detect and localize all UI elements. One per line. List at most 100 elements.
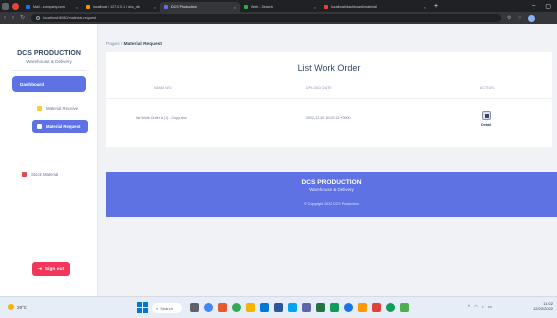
browser-toolbar: ‹ › ↻ localhost:8080/material-request ⚙ … — [0, 12, 557, 24]
browser-tab-mail[interactable]: Mail - company.com × — [22, 2, 82, 12]
browser-tab-label: Mail - company.com — [33, 5, 65, 9]
word-icon[interactable] — [274, 303, 283, 312]
breadcrumb: Pages / Material Request — [106, 42, 162, 47]
sidebar-item-material-receive[interactable]: Material Receive — [32, 102, 88, 115]
taskbar-clock[interactable]: 11:02 12/20/2022 — [533, 301, 553, 311]
stock-icon — [22, 171, 27, 177]
sidebar-item-label: Material Request — [46, 124, 81, 129]
reload-icon[interactable]: ↻ — [20, 15, 25, 21]
browser-icon[interactable] — [344, 303, 353, 312]
browser-profile-icon[interactable] — [12, 2, 19, 10]
excel-icon[interactable] — [316, 303, 325, 312]
column-header-name: NAMA WO — [154, 86, 172, 90]
window-controls: – ▢ — [532, 3, 557, 10]
edge-icon[interactable] — [288, 303, 297, 312]
breadcrumb-root[interactable]: Pages — [106, 42, 120, 47]
teams-icon[interactable] — [302, 303, 311, 312]
column-header-upload-date: UPLOAD DATE — [306, 86, 332, 90]
file-explorer-icon[interactable] — [246, 303, 255, 312]
network-icon[interactable]: ◠ — [474, 304, 478, 309]
search-favicon-icon — [244, 5, 248, 9]
detail-icon — [484, 113, 489, 118]
window-menu-icon[interactable] — [2, 2, 9, 10]
chrome-icon[interactable] — [204, 303, 213, 312]
battery-icon[interactable]: ▭ — [488, 304, 492, 309]
close-tab-icon[interactable]: × — [424, 5, 426, 10]
brand-title: DCS PRODUCTION — [17, 50, 81, 57]
browser-tab-label: Web - Search — [251, 5, 273, 9]
app-favicon-icon — [164, 5, 168, 9]
profile-avatar[interactable] — [528, 14, 535, 22]
app-code-icon[interactable] — [400, 303, 409, 312]
start-icon[interactable] — [137, 302, 148, 313]
maximize-icon[interactable]: ▢ — [545, 3, 551, 10]
store-icon[interactable] — [260, 303, 269, 312]
sidebar-item-label: Material Receive — [46, 106, 79, 111]
screen: Mail - company.com × localhost / 127.0.0… — [0, 0, 557, 318]
sidebar-item-stock-material[interactable]: Stock Material — [22, 169, 58, 179]
footer-title: DCS PRODUCTION — [301, 179, 362, 186]
sidebar-item-label: Stock Material — [31, 171, 59, 177]
address-bar[interactable]: localhost:8080/material-request — [31, 14, 502, 22]
mail-favicon-icon — [26, 5, 30, 9]
app-red-icon[interactable] — [372, 303, 381, 312]
work-order-name: list Work Order A (1) - Copy.xlsx — [136, 116, 187, 120]
footer-subtitle: Warehouse & Delivery — [309, 187, 354, 192]
system-tray: ^ ◠ ♪ ▭ — [468, 304, 492, 309]
task-view-icon[interactable] — [190, 303, 199, 312]
detail-button[interactable] — [482, 111, 491, 120]
back-icon[interactable]: ‹ — [4, 15, 6, 21]
url-text: localhost:8080/material-request — [43, 16, 97, 20]
forward-icon[interactable]: › — [12, 15, 14, 21]
browser-tab-dashboard[interactable]: localhost/dashboard/material × — [320, 2, 430, 12]
db-favicon-icon — [86, 5, 90, 9]
browser-tab-search[interactable]: Web - Search × — [240, 2, 320, 12]
page-footer: DCS PRODUCTION Warehouse & Delivery © Co… — [106, 172, 557, 217]
weather-sun-icon — [8, 304, 14, 310]
detail-label[interactable]: Detail — [481, 123, 491, 127]
sign-out-icon: ⇥ — [37, 266, 42, 272]
work-order-upload-date: 2022-12-20 10:02:13 +0000 — [306, 116, 351, 120]
close-tab-icon[interactable]: × — [234, 5, 236, 10]
bookmark-icon[interactable]: ☆ — [518, 15, 522, 21]
breadcrumb-current: Material Request — [123, 42, 163, 47]
site-info-icon[interactable] — [36, 16, 41, 20]
new-tab-icon[interactable]: + — [434, 3, 438, 10]
close-tab-icon[interactable]: × — [76, 5, 78, 10]
sidebar: DCS PRODUCTION Warehouse & Delivery Dash… — [0, 24, 98, 296]
brand-subtitle: Warehouse & Delivery — [26, 59, 72, 64]
extensions-icon[interactable]: ⚙ — [507, 15, 511, 21]
browser-tab-dcs-production[interactable]: DCS Production × — [160, 2, 240, 12]
close-tab-icon[interactable]: × — [314, 5, 316, 10]
close-tab-icon[interactable]: × — [154, 5, 156, 10]
browser-tabstrip: Mail - company.com × localhost / 127.0.0… — [0, 0, 557, 12]
search-icon: ⌕ — [156, 305, 159, 311]
sign-out-button[interactable]: ⇥ Sign out — [32, 262, 70, 276]
app-orange-icon[interactable] — [358, 303, 367, 312]
weather-widget[interactable]: 29°C — [8, 304, 27, 310]
office-icon[interactable] — [218, 303, 227, 312]
clock-date: 12/20/2022 — [533, 306, 554, 311]
sign-out-label: Sign out — [44, 266, 65, 272]
browser-tab-phpmyadmin[interactable]: localhost / 127.0.0.1 / dcs_db × — [82, 2, 160, 12]
sheets-icon[interactable] — [330, 303, 339, 312]
page-title: List Work Order — [297, 63, 361, 73]
page-favicon-icon — [324, 5, 328, 9]
volume-icon[interactable]: ♪ — [482, 304, 484, 309]
minimize-icon[interactable]: – — [532, 3, 535, 10]
browser-tab-label: localhost/dashboard/material — [331, 5, 377, 9]
column-header-action: ACTION — [480, 86, 495, 90]
os-taskbar: 29°C ⌕ Search ^ ◠ ♪ ▭ 11:02 12/20/2022 — [0, 296, 557, 318]
taskbar-search[interactable]: ⌕ Search — [152, 303, 182, 313]
app-green-icon[interactable] — [232, 303, 241, 312]
app-chat-icon[interactable] — [386, 303, 395, 312]
sidebar-item-material-request[interactable]: Material Request — [32, 120, 88, 133]
table-header: NAMA WO UPLOAD DATE ACTION — [106, 86, 552, 94]
request-icon — [37, 124, 42, 129]
footer-copyright: © Copyright 2022 DCS Production — [304, 202, 359, 206]
weather-temperature: 29°C — [17, 304, 28, 310]
tray-chevron-icon[interactable]: ^ — [468, 304, 470, 309]
taskbar-search-label: Search — [160, 305, 173, 311]
table-row: list Work Order A (1) - Copy.xlsx 2022-1… — [106, 98, 552, 140]
sidebar-item-dashboard[interactable]: Dashboard — [12, 76, 86, 92]
